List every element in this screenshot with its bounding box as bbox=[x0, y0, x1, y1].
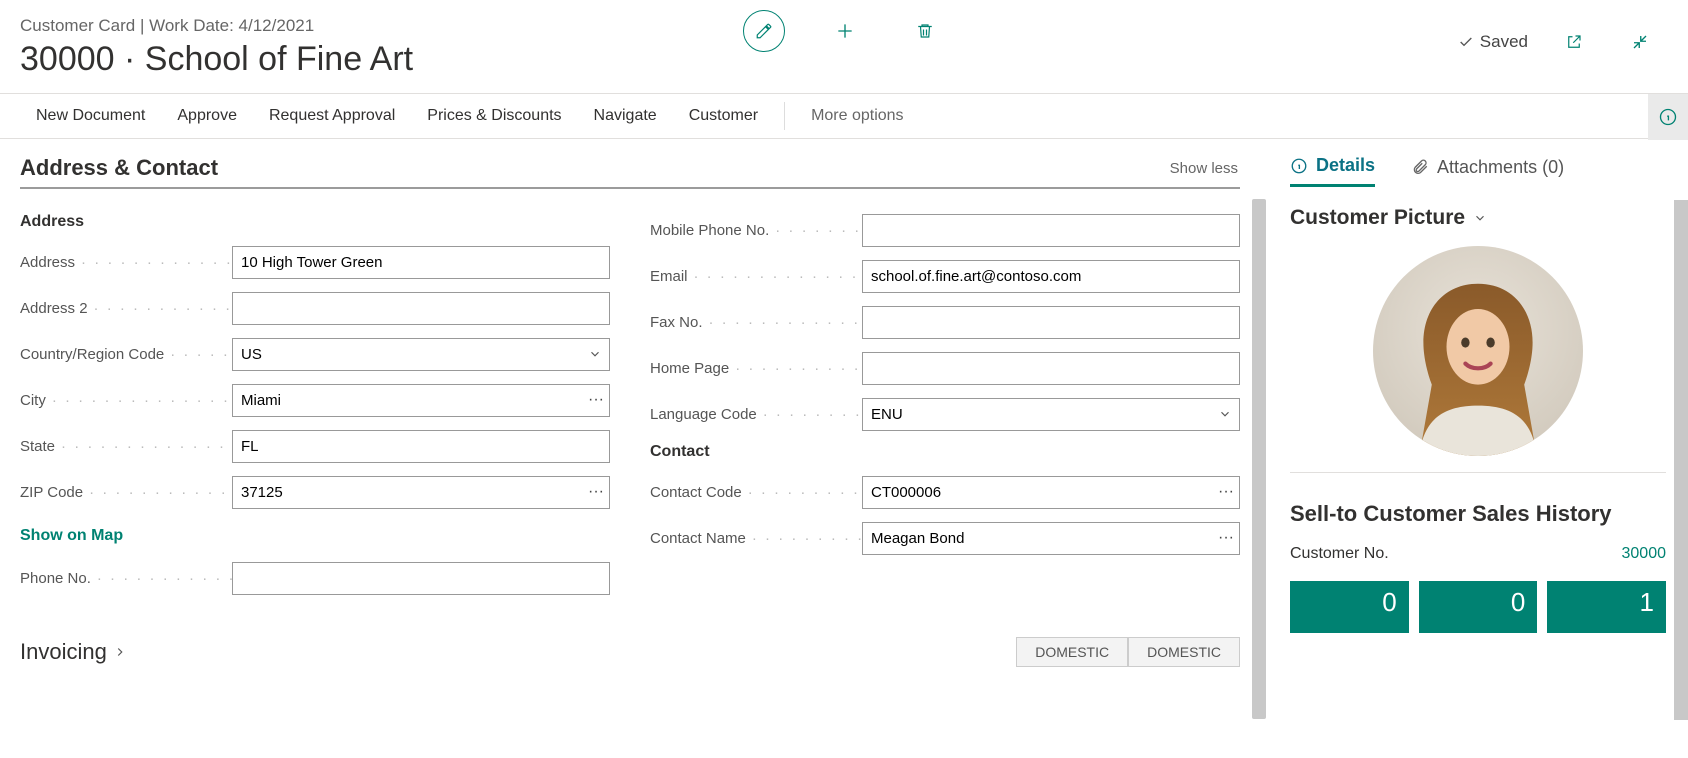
collapse-button[interactable] bbox=[1620, 22, 1660, 62]
label-phone: Phone No. bbox=[20, 570, 232, 587]
avatar-placeholder bbox=[1373, 246, 1583, 456]
input-address[interactable] bbox=[232, 246, 610, 279]
cmd-request-approval[interactable]: Request Approval bbox=[253, 94, 411, 138]
chevron-down-icon bbox=[1473, 211, 1487, 225]
edit-button[interactable] bbox=[743, 10, 785, 52]
label-city: City bbox=[20, 392, 232, 409]
input-fax[interactable] bbox=[862, 306, 1240, 339]
input-contact-name[interactable] bbox=[862, 522, 1240, 555]
check-icon bbox=[1458, 34, 1474, 50]
label-contact-name: Contact Name bbox=[650, 530, 862, 547]
label-mobile: Mobile Phone No. bbox=[650, 222, 862, 239]
input-email[interactable] bbox=[862, 260, 1240, 293]
new-button[interactable] bbox=[825, 11, 865, 51]
main-scrollbar[interactable] bbox=[1252, 199, 1266, 719]
label-address: Address bbox=[20, 254, 232, 271]
tile-2[interactable]: 0 bbox=[1419, 581, 1538, 633]
group-contact-title: Contact bbox=[650, 443, 1240, 461]
tab-attachments[interactable]: Attachments (0) bbox=[1411, 155, 1564, 187]
input-phone[interactable] bbox=[232, 562, 610, 595]
assist-city[interactable]: ··· bbox=[588, 391, 604, 409]
label-zip: ZIP Code bbox=[20, 484, 232, 501]
tile-1[interactable]: 0 bbox=[1290, 581, 1409, 633]
value-customer-no[interactable]: 30000 bbox=[1622, 545, 1667, 563]
label-contact-code: Contact Code bbox=[650, 484, 862, 501]
input-language[interactable] bbox=[862, 398, 1240, 431]
saved-label: Saved bbox=[1480, 32, 1528, 52]
factbox-picture-toggle[interactable]: Customer Picture bbox=[1290, 206, 1666, 230]
label-country: Country/Region Code bbox=[20, 346, 232, 363]
command-bar: New Document Approve Request Approval Pr… bbox=[0, 93, 1688, 139]
input-address2[interactable] bbox=[232, 292, 610, 325]
pencil-icon bbox=[755, 22, 773, 40]
label-state: State bbox=[20, 438, 232, 455]
trash-icon bbox=[916, 21, 934, 41]
badge-domestic-2: DOMESTIC bbox=[1128, 637, 1240, 667]
cmd-navigate[interactable]: Navigate bbox=[578, 94, 673, 138]
cmd-customer[interactable]: Customer bbox=[673, 94, 774, 138]
input-zip[interactable] bbox=[232, 476, 610, 509]
section-address-contact-title: Address & Contact bbox=[20, 155, 218, 181]
section-invoicing-toggle[interactable]: Invoicing bbox=[20, 639, 127, 665]
assist-contact-code[interactable]: ··· bbox=[1218, 483, 1234, 501]
breadcrumb: Customer Card | Work Date: 4/12/2021 bbox=[20, 16, 314, 36]
label-customer-no: Customer No. bbox=[1290, 545, 1389, 563]
input-mobile[interactable] bbox=[862, 214, 1240, 247]
tab-attachments-label: Attachments (0) bbox=[1437, 157, 1564, 178]
section-invoicing-title: Invoicing bbox=[20, 639, 107, 665]
tab-details-label: Details bbox=[1316, 155, 1375, 176]
collapse-icon bbox=[1631, 33, 1649, 51]
tab-details[interactable]: Details bbox=[1290, 155, 1375, 187]
info-icon bbox=[1658, 107, 1678, 127]
popout-button[interactable] bbox=[1554, 22, 1594, 62]
cmd-more-options[interactable]: More options bbox=[795, 94, 920, 138]
page-scrollbar[interactable] bbox=[1674, 200, 1688, 720]
tile-3[interactable]: 1 bbox=[1547, 581, 1666, 633]
separator bbox=[784, 102, 785, 130]
plus-icon bbox=[835, 21, 855, 41]
input-city[interactable] bbox=[232, 384, 610, 417]
assist-contact-name[interactable]: ··· bbox=[1218, 529, 1234, 547]
input-contact-code[interactable] bbox=[862, 476, 1240, 509]
info-button[interactable] bbox=[1648, 94, 1688, 140]
input-country[interactable] bbox=[232, 338, 610, 371]
label-homepage: Home Page bbox=[650, 360, 862, 377]
cmd-prices-discounts[interactable]: Prices & Discounts bbox=[411, 94, 577, 138]
label-address2: Address 2 bbox=[20, 300, 232, 317]
badge-domestic-1: DOMESTIC bbox=[1016, 637, 1128, 667]
assist-zip[interactable]: ··· bbox=[588, 483, 604, 501]
link-show-on-map[interactable]: Show on Map bbox=[20, 527, 123, 545]
popout-icon bbox=[1565, 33, 1583, 51]
show-less-toggle[interactable]: Show less bbox=[1170, 160, 1238, 177]
input-homepage[interactable] bbox=[862, 352, 1240, 385]
paperclip-icon bbox=[1411, 158, 1429, 176]
factbox-picture-title: Customer Picture bbox=[1290, 206, 1465, 230]
label-language: Language Code bbox=[650, 406, 862, 423]
saved-status: Saved bbox=[1458, 32, 1528, 52]
cmd-approve[interactable]: Approve bbox=[161, 94, 253, 138]
info-icon bbox=[1290, 157, 1308, 175]
group-address-title: Address bbox=[20, 213, 610, 231]
input-state[interactable] bbox=[232, 430, 610, 463]
label-email: Email bbox=[650, 268, 862, 285]
chevron-right-icon bbox=[113, 645, 127, 659]
factbox-history-title: Sell-to Customer Sales History bbox=[1290, 501, 1666, 527]
label-fax: Fax No. bbox=[650, 314, 862, 331]
customer-picture[interactable] bbox=[1373, 246, 1583, 456]
cmd-new-document[interactable]: New Document bbox=[20, 94, 161, 138]
delete-button[interactable] bbox=[905, 11, 945, 51]
